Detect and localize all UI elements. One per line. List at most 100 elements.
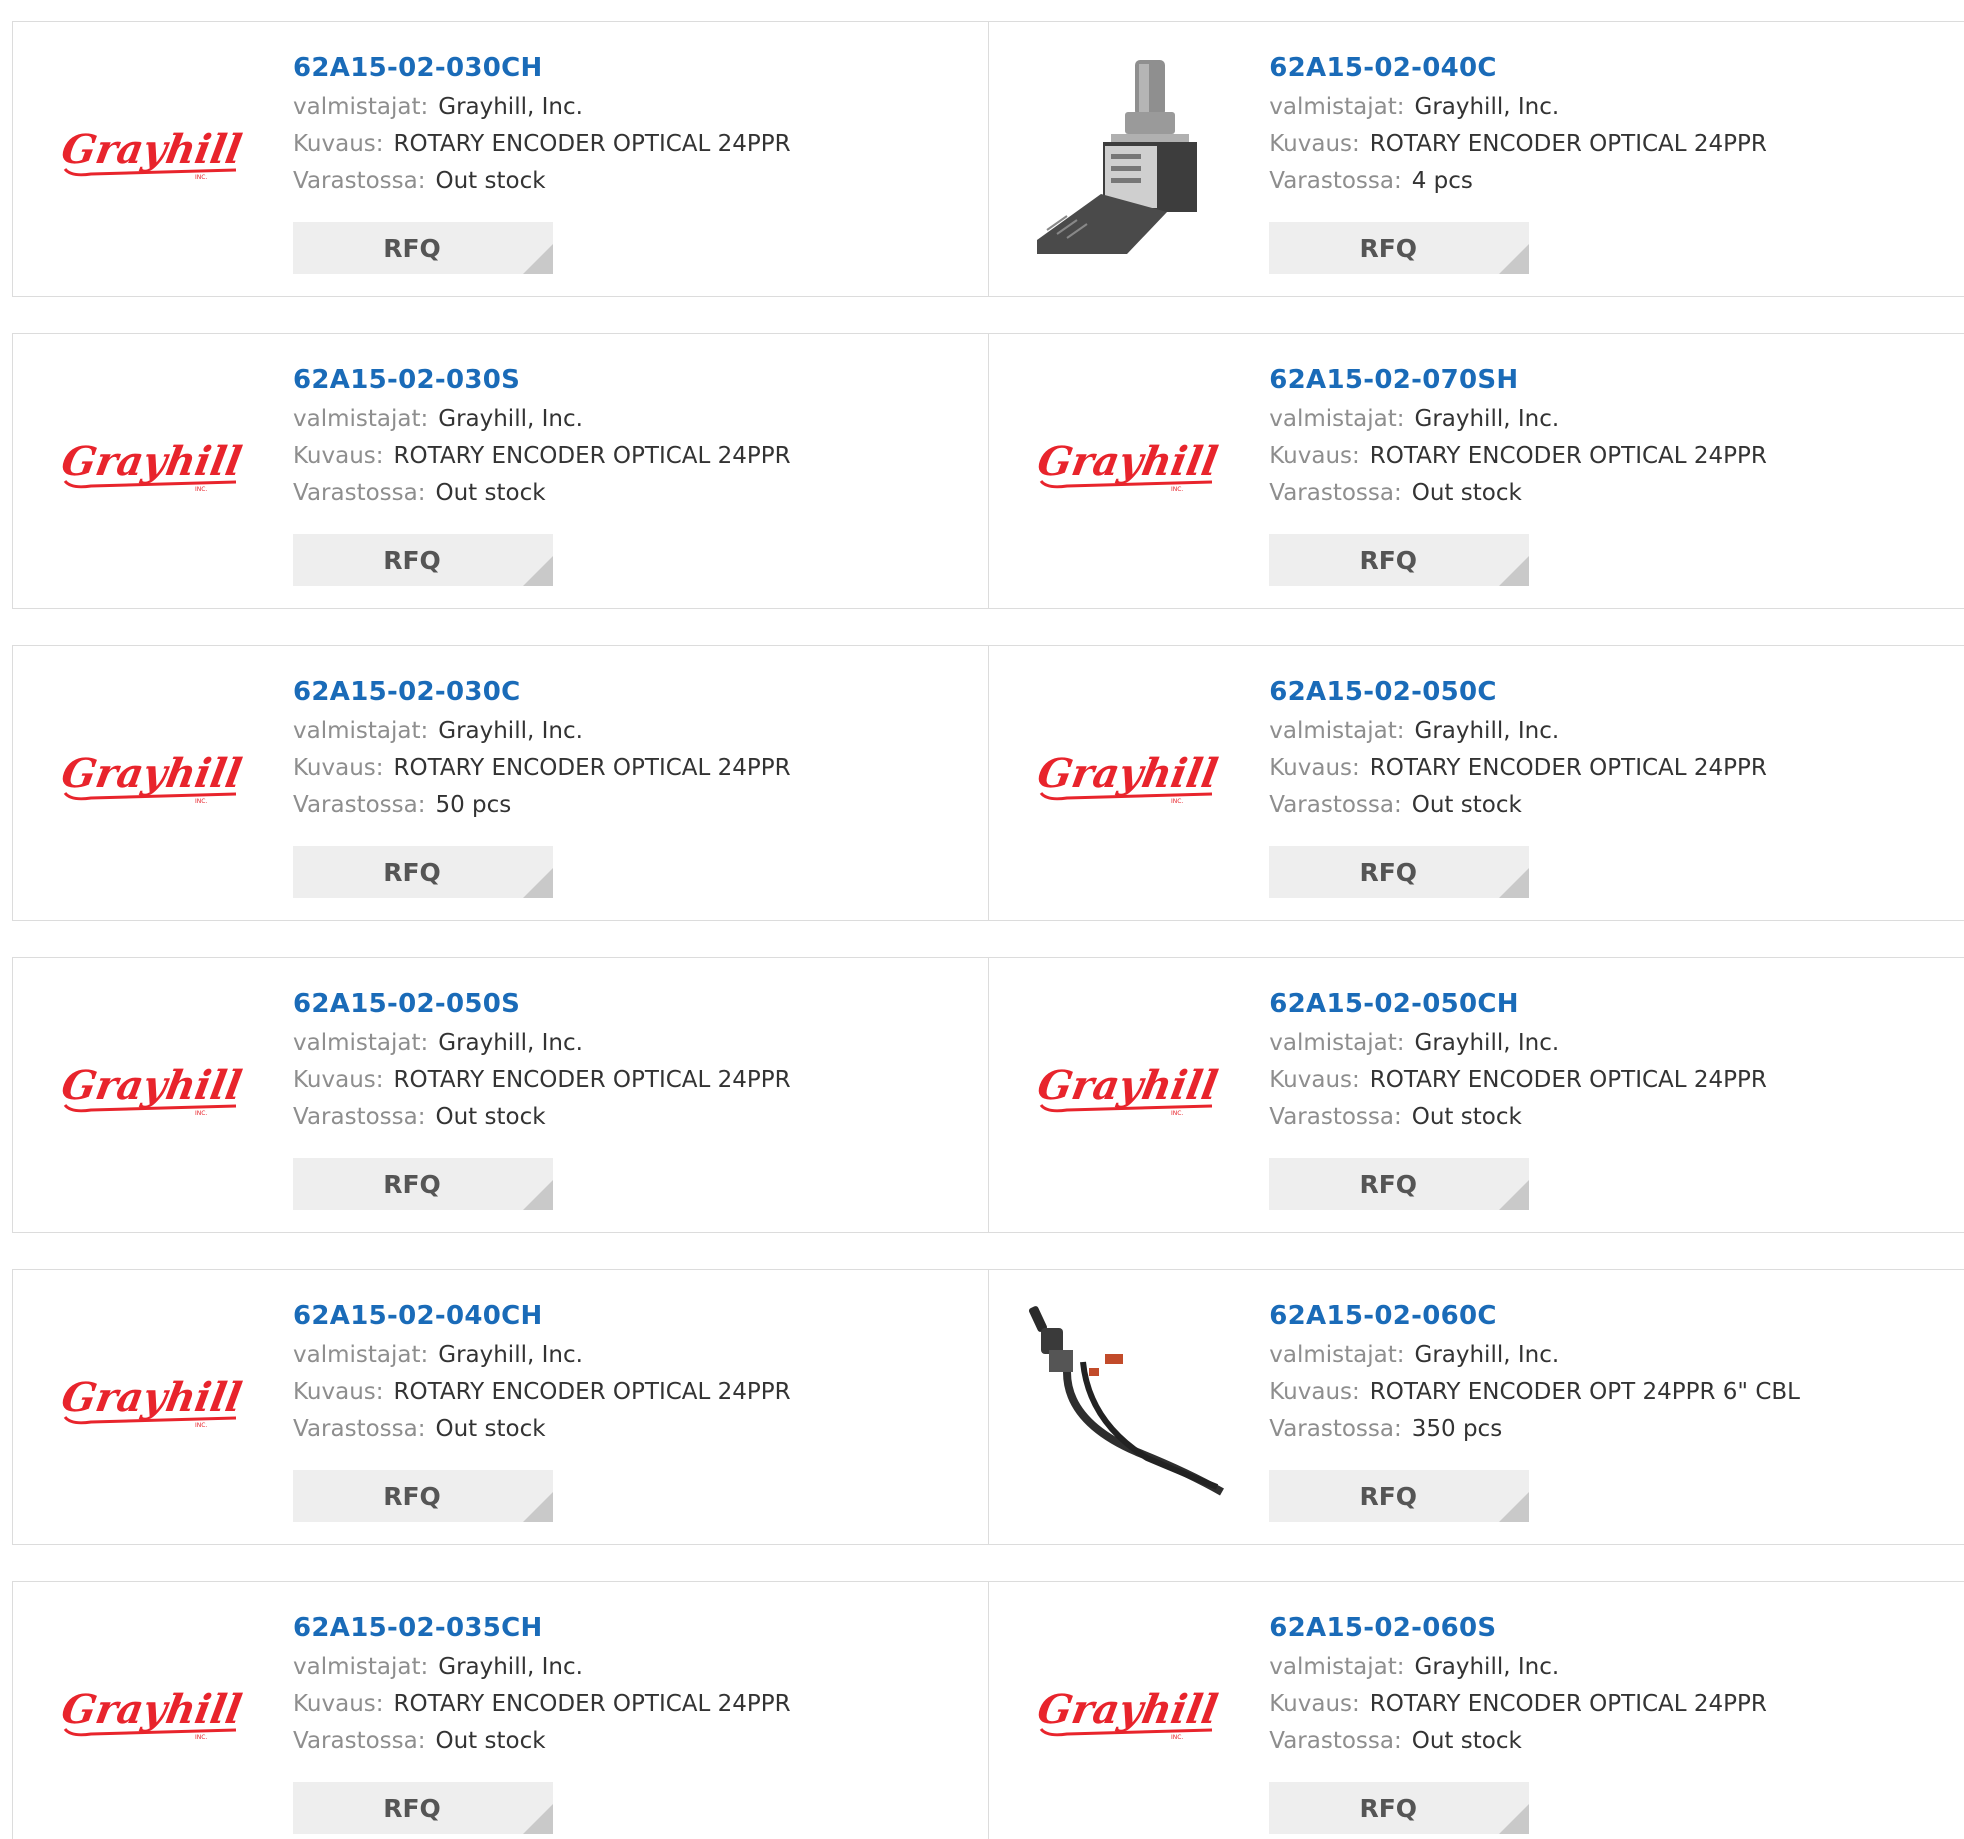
rfq-button[interactable]: RFQ (1269, 534, 1530, 586)
part-number-link[interactable]: 62A15-02-040CH (293, 1300, 791, 1332)
rfq-button[interactable]: RFQ (293, 1158, 553, 1210)
description-line: Kuvaus: ROTARY ENCODER OPT 24PPR 6" CBL (1269, 1374, 1800, 1411)
stock-line: Varastossa: Out stock (293, 1723, 791, 1760)
description-line: Kuvaus: ROTARY ENCODER OPTICAL 24PPR (293, 126, 791, 163)
manufacturer-line: valmistajat: Grayhill, Inc. (293, 1337, 791, 1374)
part-number-link[interactable]: 62A15-02-060S (1269, 1612, 1767, 1644)
part-number-link[interactable]: 62A15-02-030S (293, 364, 791, 396)
product-image[interactable] (1027, 54, 1227, 254)
description-line: Kuvaus: ROTARY ENCODER OPTICAL 24PPR (293, 1062, 791, 1099)
rfq-button[interactable]: RFQ (1269, 222, 1530, 274)
rfq-button[interactable]: RFQ (1269, 1470, 1530, 1522)
part-number-link[interactable]: 62A15-02-030CH (293, 52, 791, 84)
description-value: ROTARY ENCODER OPTICAL 24PPR (1369, 443, 1767, 469)
rfq-label: RFQ (1359, 1481, 1418, 1511)
manufacturer-value: Grayhill, Inc. (438, 1030, 583, 1056)
product-row: Grayhill INC. 62A15-02-035CH valmistajat… (12, 1581, 1964, 1839)
product-image[interactable]: Grayhill INC. (51, 990, 251, 1190)
manufacturer-label: valmistajat: (293, 1342, 429, 1368)
part-number-link[interactable]: 62A15-02-050CH (1269, 988, 1767, 1020)
svg-text:Grayhill: Grayhill (58, 125, 245, 173)
product-info: 62A15-02-070SH valmistajat: Grayhill, Inc… (1269, 364, 1767, 512)
manufacturer-label: valmistajat: (293, 406, 429, 432)
description-line: Kuvaus: ROTARY ENCODER OPTICAL 24PPR (1269, 1686, 1767, 1723)
description-value: ROTARY ENCODER OPT 24PPR 6" CBL (1369, 1379, 1800, 1405)
manufacturer-value: Grayhill, Inc. (1414, 1342, 1560, 1368)
description-line: Kuvaus: ROTARY ENCODER OPTICAL 24PPR (1269, 126, 1767, 163)
product-image[interactable]: Grayhill INC. (51, 54, 251, 254)
rfq-label: RFQ (383, 233, 441, 263)
product-image[interactable]: Grayhill INC. (1027, 678, 1227, 878)
manufacturer-line: valmistajat: Grayhill, Inc. (293, 1649, 791, 1686)
description-value: ROTARY ENCODER OPTICAL 24PPR (393, 1067, 791, 1093)
manufacturer-value: Grayhill, Inc. (438, 94, 583, 120)
svg-text:Grayhill: Grayhill (58, 1685, 245, 1733)
grayhill-logo-icon: Grayhill INC. (1034, 1061, 1221, 1117)
product-info: 62A15-02-040CH valmistajat: Grayhill, Inc… (293, 1300, 791, 1448)
manufacturer-line: valmistajat: Grayhill, Inc. (293, 89, 791, 126)
rfq-button[interactable]: RFQ (293, 1782, 553, 1834)
part-number-link[interactable]: 62A15-02-060C (1269, 1300, 1800, 1332)
rfq-corner-decoration (1499, 244, 1530, 274)
stock-value: Out stock (1411, 1728, 1522, 1754)
stock-line: Varastossa: Out stock (1269, 1723, 1767, 1760)
part-number-link[interactable]: 62A15-02-070SH (1269, 364, 1767, 396)
rfq-button[interactable]: RFQ (1269, 1158, 1530, 1210)
part-number-link[interactable]: 62A15-02-035CH (293, 1612, 791, 1644)
manufacturer-value: Grayhill, Inc. (1414, 1654, 1560, 1680)
product-card: Grayhill INC. 62A15-02-030S valmistajat:… (12, 333, 990, 609)
description-label: Kuvaus: (1269, 443, 1360, 469)
stock-label: Varastossa: (1269, 1416, 1402, 1442)
stock-value: Out stock (435, 1728, 546, 1754)
product-image[interactable]: Grayhill INC. (51, 678, 251, 878)
product-info: 62A15-02-050C valmistajat: Grayhill, Inc.… (1269, 676, 1767, 824)
svg-text:Grayhill: Grayhill (58, 1061, 245, 1109)
stock-value: Out stock (435, 1104, 546, 1130)
product-card: Grayhill INC. 62A15-02-060S valmistajat:… (988, 1581, 1964, 1839)
part-number-link[interactable]: 62A15-02-040C (1269, 52, 1767, 84)
product-image[interactable]: Grayhill INC. (51, 366, 251, 566)
product-image[interactable]: Grayhill INC. (1027, 990, 1227, 1190)
rfq-corner-decoration (1499, 1804, 1530, 1834)
rfq-button[interactable]: RFQ (293, 534, 553, 586)
svg-text:INC.: INC. (195, 486, 207, 493)
rfq-label: RFQ (383, 545, 441, 575)
product-image[interactable]: Grayhill INC. (1027, 366, 1227, 566)
stock-value: 350 pcs (1411, 1416, 1503, 1442)
rfq-button[interactable]: RFQ (1269, 1782, 1530, 1834)
product-row: Grayhill INC. 62A15-02-050S valmistajat:… (12, 957, 1964, 1233)
product-info: 62A15-02-035CH valmistajat: Grayhill, Inc… (293, 1612, 791, 1760)
stock-line: Varastossa: Out stock (1269, 475, 1767, 512)
stock-line: Varastossa: Out stock (293, 1411, 791, 1448)
svg-text:Grayhill: Grayhill (1034, 1685, 1221, 1733)
product-info: 62A15-02-030CH valmistajat: Grayhill, Inc… (293, 52, 791, 200)
svg-text:Grayhill: Grayhill (1034, 1061, 1221, 1109)
rfq-label: RFQ (1359, 857, 1418, 887)
product-image[interactable]: Grayhill INC. (51, 1302, 251, 1502)
stock-label: Varastossa: (293, 1416, 426, 1442)
stock-label: Varastossa: (1269, 480, 1402, 506)
manufacturer-value: Grayhill, Inc. (1414, 718, 1560, 744)
manufacturer-line: valmistajat: Grayhill, Inc. (293, 713, 791, 750)
rfq-button[interactable]: RFQ (293, 846, 553, 898)
manufacturer-label: valmistajat: (293, 718, 429, 744)
rfq-button[interactable]: RFQ (293, 1470, 553, 1522)
part-number-link[interactable]: 62A15-02-050S (293, 988, 791, 1020)
part-number-link[interactable]: 62A15-02-050C (1269, 676, 1767, 708)
description-value: ROTARY ENCODER OPTICAL 24PPR (393, 755, 791, 781)
product-image[interactable]: Grayhill INC. (1027, 1614, 1227, 1814)
part-number-link[interactable]: 62A15-02-030C (293, 676, 791, 708)
description-value: ROTARY ENCODER OPTICAL 24PPR (1369, 1067, 1767, 1093)
stock-label: Varastossa: (1269, 1104, 1402, 1130)
product-image[interactable]: Grayhill INC. (51, 1614, 251, 1814)
rfq-button[interactable]: RFQ (1269, 846, 1530, 898)
product-image[interactable] (1027, 1302, 1227, 1502)
svg-text:Grayhill: Grayhill (58, 749, 245, 797)
product-grid: Grayhill INC. 62A15-02-030CH valmistajat… (12, 21, 1964, 1839)
svg-text:Grayhill: Grayhill (58, 437, 245, 485)
rfq-button[interactable]: RFQ (293, 222, 553, 274)
manufacturer-line: valmistajat: Grayhill, Inc. (1269, 1649, 1767, 1686)
svg-text:INC.: INC. (195, 798, 207, 805)
stock-line: Varastossa: Out stock (1269, 1099, 1767, 1136)
product-row: Grayhill INC. 62A15-02-030S valmistajat:… (12, 333, 1964, 609)
